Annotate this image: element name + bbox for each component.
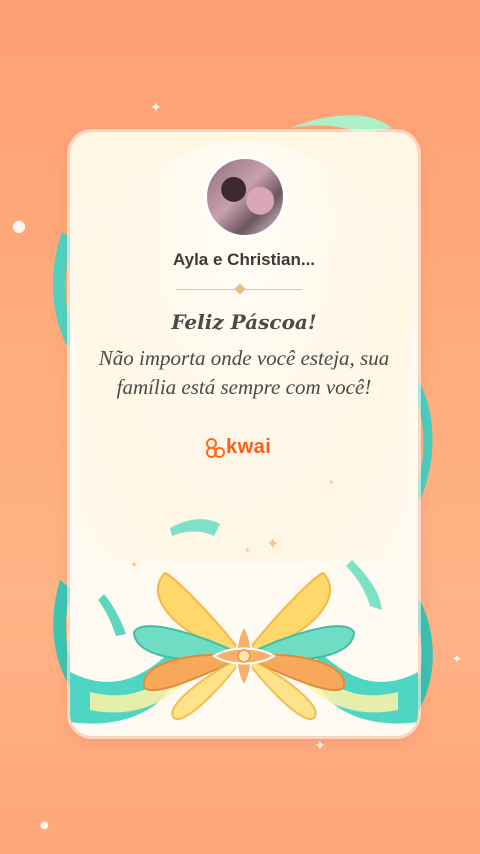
greeting-card: Ayla e Christian... Feliz Páscoa! Não im… bbox=[70, 132, 418, 736]
butterfly-ornament bbox=[70, 519, 418, 724]
